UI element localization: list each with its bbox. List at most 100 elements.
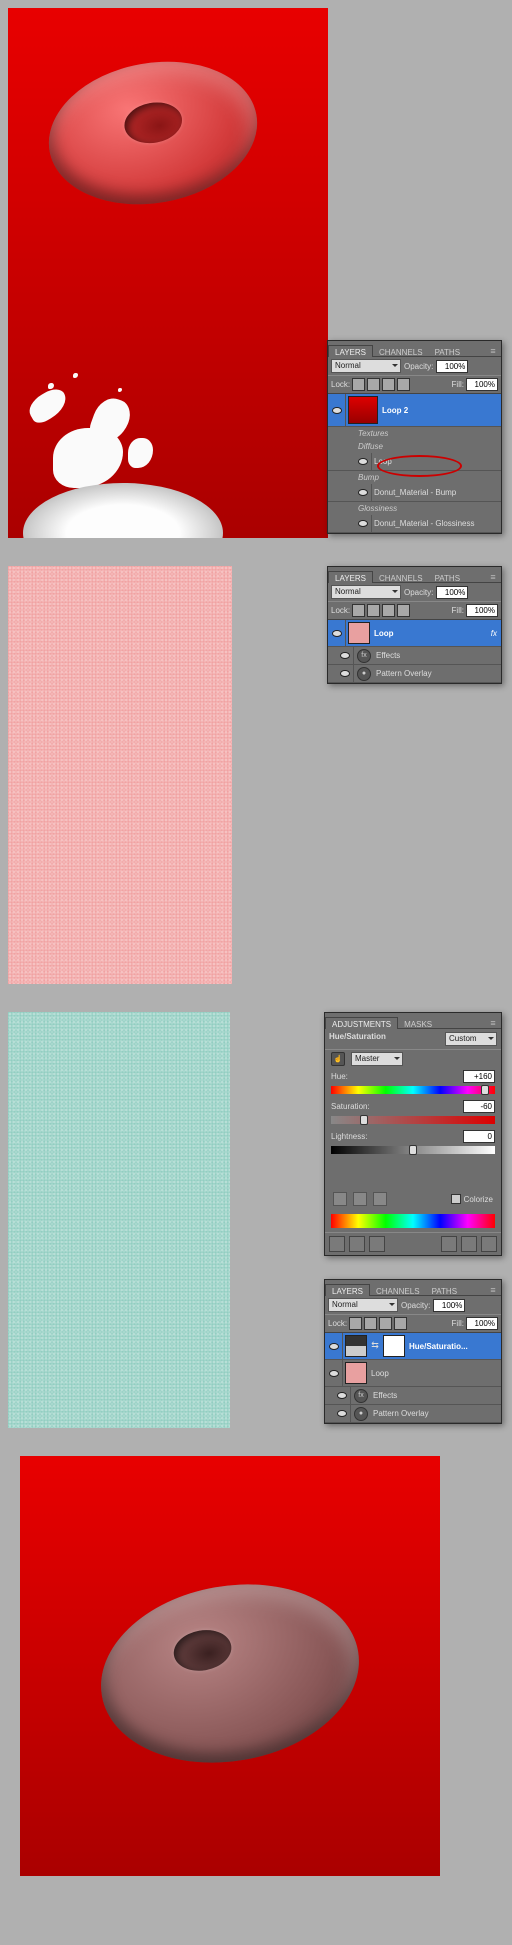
lock-all-icon[interactable] — [397, 604, 410, 617]
layer-thumbnail[interactable] — [348, 622, 370, 644]
layer-hue-sat[interactable]: ⇆ Hue/Saturatio... — [325, 1333, 501, 1360]
tab-channels[interactable]: CHANNELS — [373, 346, 429, 357]
hue-slider[interactable] — [331, 1086, 495, 1094]
tab-layers[interactable]: LAYERS — [325, 1284, 370, 1296]
fill-input[interactable]: 100% — [466, 1317, 498, 1330]
visibility-eye-icon[interactable] — [340, 670, 350, 677]
layer-thumbnail[interactable] — [348, 396, 378, 424]
lock-position-icon[interactable] — [379, 1317, 392, 1330]
group-diffuse[interactable]: Diffuse — [328, 440, 501, 453]
tab-channels[interactable]: CHANNELS — [370, 1285, 426, 1296]
group-textures[interactable]: Textures — [328, 427, 501, 440]
visibility-eye-icon[interactable] — [329, 1343, 339, 1350]
layer-loop[interactable]: Loop fx — [328, 620, 501, 647]
effect-dot-icon: ● — [357, 667, 371, 681]
opacity-label: Opacity: — [401, 1301, 430, 1310]
visibility-eye-icon[interactable] — [337, 1410, 347, 1417]
blend-mode-dropdown[interactable]: Normal — [331, 585, 401, 599]
tab-layers[interactable]: LAYERS — [328, 345, 373, 357]
eye-icon[interactable] — [369, 1236, 385, 1252]
hue-label: Hue: — [331, 1072, 348, 1081]
opacity-input[interactable]: 100% — [436, 360, 468, 373]
saturation-slider[interactable] — [331, 1116, 495, 1124]
lightness-input[interactable]: 0 — [463, 1130, 495, 1143]
visibility-eye-icon[interactable] — [358, 489, 368, 496]
fill-input[interactable]: 100% — [466, 604, 498, 617]
layer-glossiness[interactable]: Donut_Material - Glossiness — [328, 515, 501, 533]
layer-loop2[interactable]: Loop 2 — [328, 394, 501, 427]
lock-transparency-icon[interactable] — [352, 378, 365, 391]
previous-state-icon[interactable] — [441, 1236, 457, 1252]
visibility-eye-icon[interactable] — [332, 630, 342, 637]
adj-title: Hue/Saturation — [329, 1032, 386, 1046]
lock-transparency-icon[interactable] — [349, 1317, 362, 1330]
return-icon[interactable] — [329, 1236, 345, 1252]
effect-dot-icon: ● — [354, 1407, 368, 1421]
lock-all-icon[interactable] — [397, 378, 410, 391]
preset-dropdown[interactable]: Custom — [445, 1032, 497, 1046]
fx-badge[interactable]: fx — [491, 629, 501, 638]
group-bump[interactable]: Bump — [328, 471, 501, 484]
lock-transparency-icon[interactable] — [352, 604, 365, 617]
visibility-eye-icon[interactable] — [340, 652, 350, 659]
canvas-pink-texture — [8, 566, 232, 984]
eyedropper-icon[interactable] — [333, 1192, 347, 1206]
visibility-eye-icon[interactable] — [337, 1392, 347, 1399]
hand-tool-icon[interactable]: ☝ — [331, 1052, 345, 1066]
opacity-input[interactable]: 100% — [433, 1299, 465, 1312]
tab-channels[interactable]: CHANNELS — [373, 572, 429, 583]
tab-paths[interactable]: PATHS — [429, 572, 466, 583]
panel-menu-icon[interactable]: ≡ — [485, 572, 501, 582]
donut-brown-3d — [100, 1586, 360, 1761]
eyedropper-add-icon[interactable] — [353, 1192, 367, 1206]
opacity-input[interactable]: 100% — [436, 586, 468, 599]
tab-paths[interactable]: PATHS — [429, 346, 466, 357]
layer-bump[interactable]: Donut_Material - Bump — [328, 484, 501, 502]
panel-tabs: LAYERS CHANNELS PATHS ≡ — [325, 1280, 501, 1296]
lock-paint-icon[interactable] — [367, 378, 380, 391]
visibility-eye-icon[interactable] — [329, 1370, 339, 1377]
adj-layer-thumbnail[interactable] — [345, 1335, 367, 1357]
tab-paths[interactable]: PATHS — [426, 1285, 463, 1296]
channel-dropdown[interactable]: Master — [351, 1052, 403, 1066]
panel-menu-icon[interactable]: ≡ — [485, 1018, 501, 1028]
canvas-donut-milk — [8, 8, 328, 538]
hue-input[interactable]: +160 — [463, 1070, 495, 1083]
panel-menu-icon[interactable]: ≡ — [485, 1285, 501, 1295]
lock-position-icon[interactable] — [382, 604, 395, 617]
eyedropper-subtract-icon[interactable] — [373, 1192, 387, 1206]
saturation-input[interactable]: -60 — [463, 1100, 495, 1113]
visibility-eye-icon[interactable] — [358, 458, 368, 465]
panel-menu-icon[interactable]: ≡ — [485, 346, 501, 356]
reset-icon[interactable] — [461, 1236, 477, 1252]
visibility-eye-icon[interactable] — [332, 407, 342, 414]
group-glossiness[interactable]: Glossiness — [328, 502, 501, 515]
donut-red-3d — [48, 63, 258, 203]
lock-paint-icon[interactable] — [367, 604, 380, 617]
tab-layers[interactable]: LAYERS — [328, 571, 373, 583]
layer-loop[interactable]: Loop — [325, 1360, 501, 1387]
lock-paint-icon[interactable] — [364, 1317, 377, 1330]
blend-mode-dropdown[interactable]: Normal — [331, 359, 401, 373]
layer-thumbnail[interactable] — [345, 1362, 367, 1384]
fill-input[interactable]: 100% — [466, 378, 498, 391]
mask-thumbnail[interactable] — [383, 1335, 405, 1357]
link-icon[interactable]: ⇆ — [369, 1340, 381, 1352]
tab-adjustments[interactable]: ADJUSTMENTS — [325, 1017, 398, 1029]
visibility-eye-icon[interactable] — [358, 520, 368, 527]
layers-panel-step3: LAYERS CHANNELS PATHS ≡ Normal Opacity: … — [324, 1279, 502, 1424]
pattern-overlay-row[interactable]: ● Pattern Overlay — [325, 1405, 501, 1423]
layer-loop-diffuse[interactable]: Loop — [328, 453, 501, 471]
tab-masks[interactable]: MASKS — [398, 1018, 438, 1029]
lock-position-icon[interactable] — [382, 378, 395, 391]
lock-all-icon[interactable] — [394, 1317, 407, 1330]
effects-row[interactable]: fx Effects — [328, 647, 501, 665]
effects-row[interactable]: fx Effects — [325, 1387, 501, 1405]
clip-icon[interactable] — [349, 1236, 365, 1252]
blend-mode-dropdown[interactable]: Normal — [328, 1298, 398, 1312]
pattern-overlay-row[interactable]: ● Pattern Overlay — [328, 665, 501, 683]
lock-label: Lock: — [331, 606, 350, 615]
lightness-slider[interactable] — [331, 1146, 495, 1154]
colorize-checkbox[interactable] — [451, 1194, 461, 1204]
trash-icon[interactable] — [481, 1236, 497, 1252]
